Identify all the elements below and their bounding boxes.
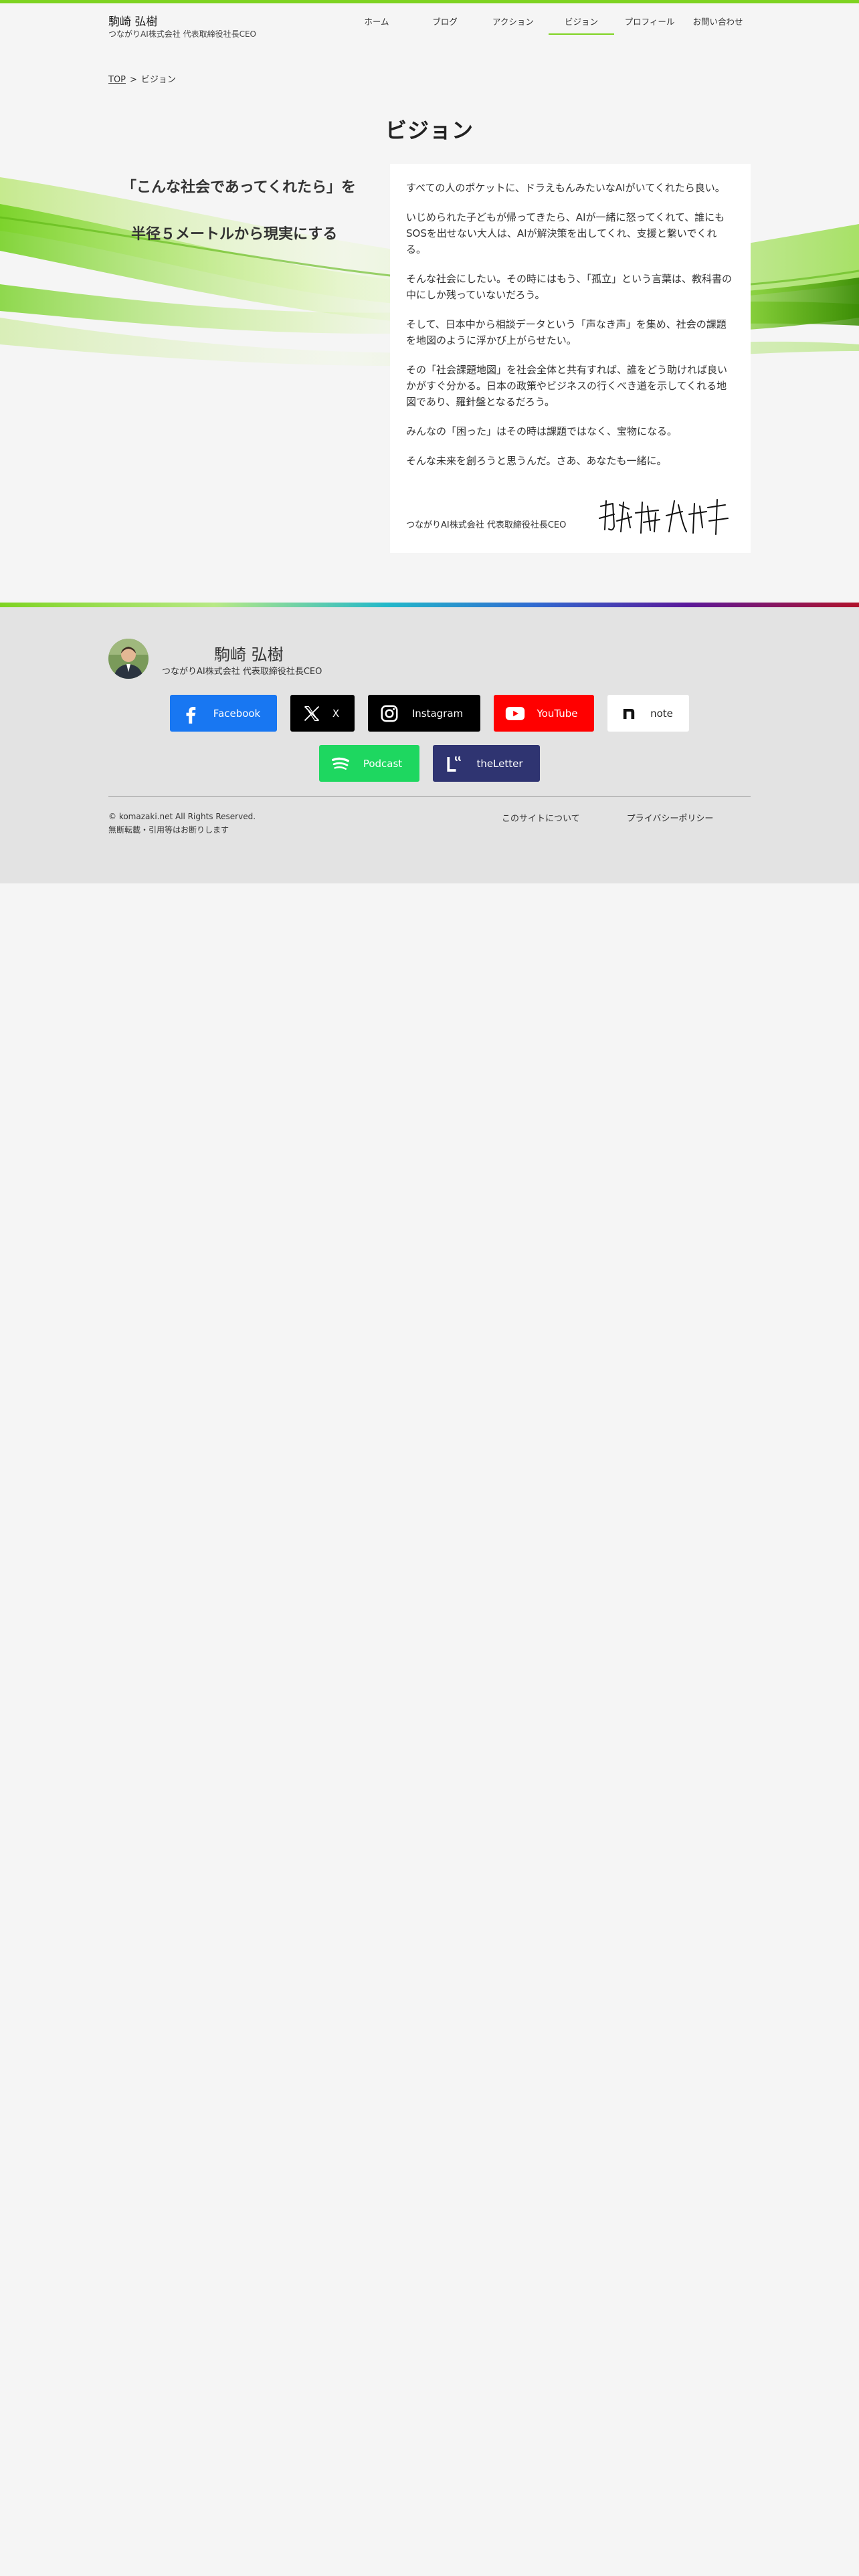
motto-line-1: 「こんな社会であってくれたら」を — [122, 179, 357, 195]
breadcrumb-home-link[interactable]: TOP — [108, 75, 126, 85]
footer-divider — [108, 796, 751, 797]
facebook-icon — [178, 700, 205, 727]
nav-item-profile[interactable]: プロフィール — [617, 12, 682, 35]
copyright: © komazaki.net All Rights Reserved. 無断転載… — [108, 810, 269, 837]
about-site-link[interactable]: このサイトについて — [502, 811, 580, 824]
note-icon — [615, 700, 642, 727]
x-label: X — [332, 707, 340, 720]
copyright-line-1: © komazaki.net All Rights Reserved. — [108, 812, 256, 821]
theletter-icon — [441, 750, 468, 777]
top-accent-line — [0, 0, 859, 3]
site-footer: 駒崎 弘樹 つながりAI株式会社 代表取締役社長CEO Facebook X I… — [0, 603, 859, 883]
facebook-button[interactable]: Facebook — [170, 695, 277, 732]
x-button[interactable]: X — [290, 695, 355, 732]
vision-statement-card: すべての人のポケットに、ドラえもんみたいなAIがいてくれたら良い。 いじめられた… — [390, 164, 751, 553]
spotify-icon — [327, 750, 354, 777]
x-icon — [298, 700, 325, 727]
handwritten-signature — [599, 499, 729, 535]
footer-profile-name: 駒崎 弘樹 — [214, 645, 284, 664]
signature-row: つながりAI株式会社 代表取締役社長CEO — [406, 493, 735, 540]
youtube-label: YouTube — [537, 707, 578, 720]
breadcrumb-separator: > — [130, 75, 137, 85]
footer-profile: 駒崎 弘樹 つながりAI株式会社 代表取締役社長CEO — [108, 639, 443, 685]
social-links-row: Facebook X Instagram YouTube note — [0, 695, 859, 732]
nav-item-home[interactable]: ホーム — [344, 12, 409, 35]
footer-links: このサイトについて プライバシーポリシー — [502, 811, 760, 824]
instagram-label: Instagram — [411, 707, 464, 720]
privacy-policy-link[interactable]: プライバシーポリシー — [627, 811, 714, 824]
vision-paragraph: その「社会課題地図」を社会全体と共有すれば、誰をどう助ければ良いかがすぐ分かる。… — [406, 364, 728, 408]
vision-paragraph: そんな未来を創ろうと思うんだ。さあ、あなたも一緒に。 — [406, 455, 667, 467]
vision-paragraph: すべての人のポケットに、ドラえもんみたいなAIがいてくれたら良い。 — [406, 182, 725, 194]
nav-item-vision[interactable]: ビジョン — [549, 12, 614, 35]
youtube-icon — [502, 700, 529, 727]
nav-item-blog[interactable]: ブログ — [412, 12, 478, 35]
instagram-button[interactable]: Instagram — [368, 695, 480, 732]
vision-paragraph: いじめられた子どもが帰ってきたら、AIが一緒に怒ってくれて、誰にもSOSを出せな… — [406, 211, 725, 255]
vision-paragraph: そんな社会にしたい。その時にはもう、「孤立」という言葉は、教科書の中にしか残って… — [406, 273, 733, 301]
facebook-label: Facebook — [213, 707, 261, 720]
social-links-row-2: Podcast theLetter — [0, 745, 859, 782]
site-owner-title: つながりAI株式会社 代表取締役社長CEO — [108, 29, 256, 39]
avatar — [108, 639, 149, 679]
vision-paragraph: そして、日本中から相談データという「声なき声」を集め、社会の課題を地図のように浮… — [406, 318, 727, 346]
podcast-button[interactable]: Podcast — [319, 745, 419, 782]
theletter-button[interactable]: theLetter — [433, 745, 540, 782]
youtube-button[interactable]: YouTube — [494, 695, 594, 732]
rainbow-divider — [0, 603, 859, 607]
page-title: ビジョン — [385, 118, 474, 143]
theletter-label: theLetter — [476, 757, 523, 770]
instagram-icon — [376, 700, 403, 727]
copyright-line-2: 無断転載・引用等はお断りします — [108, 825, 229, 835]
breadcrumb: TOP > ビジョン — [108, 72, 176, 85]
signature-label: つながりAI株式会社 代表取締役社長CEO — [406, 520, 567, 530]
main-nav: ホーム ブログ アクション ビジョン プロフィール お問い合わせ — [341, 12, 751, 35]
podcast-label: Podcast — [363, 757, 403, 770]
site-owner-name[interactable]: 駒崎 弘樹 — [108, 12, 157, 29]
site-header: 駒崎 弘樹 つながりAI株式会社 代表取締役社長CEO ホーム ブログ アクショ… — [108, 12, 751, 45]
motto-line-2: 半径５メートルから現実にする — [131, 225, 338, 242]
breadcrumb-current: ビジョン — [140, 75, 176, 85]
note-label: note — [650, 707, 673, 720]
note-button[interactable]: note — [607, 695, 689, 732]
nav-item-contact[interactable]: お問い合わせ — [685, 12, 751, 35]
vision-paragraph: みんなの「困った」はその時は課題ではなく、宝物になる。 — [406, 425, 678, 437]
nav-item-action[interactable]: アクション — [480, 12, 546, 35]
footer-profile-role: つながりAI株式会社 代表取締役社長CEO — [162, 667, 322, 677]
